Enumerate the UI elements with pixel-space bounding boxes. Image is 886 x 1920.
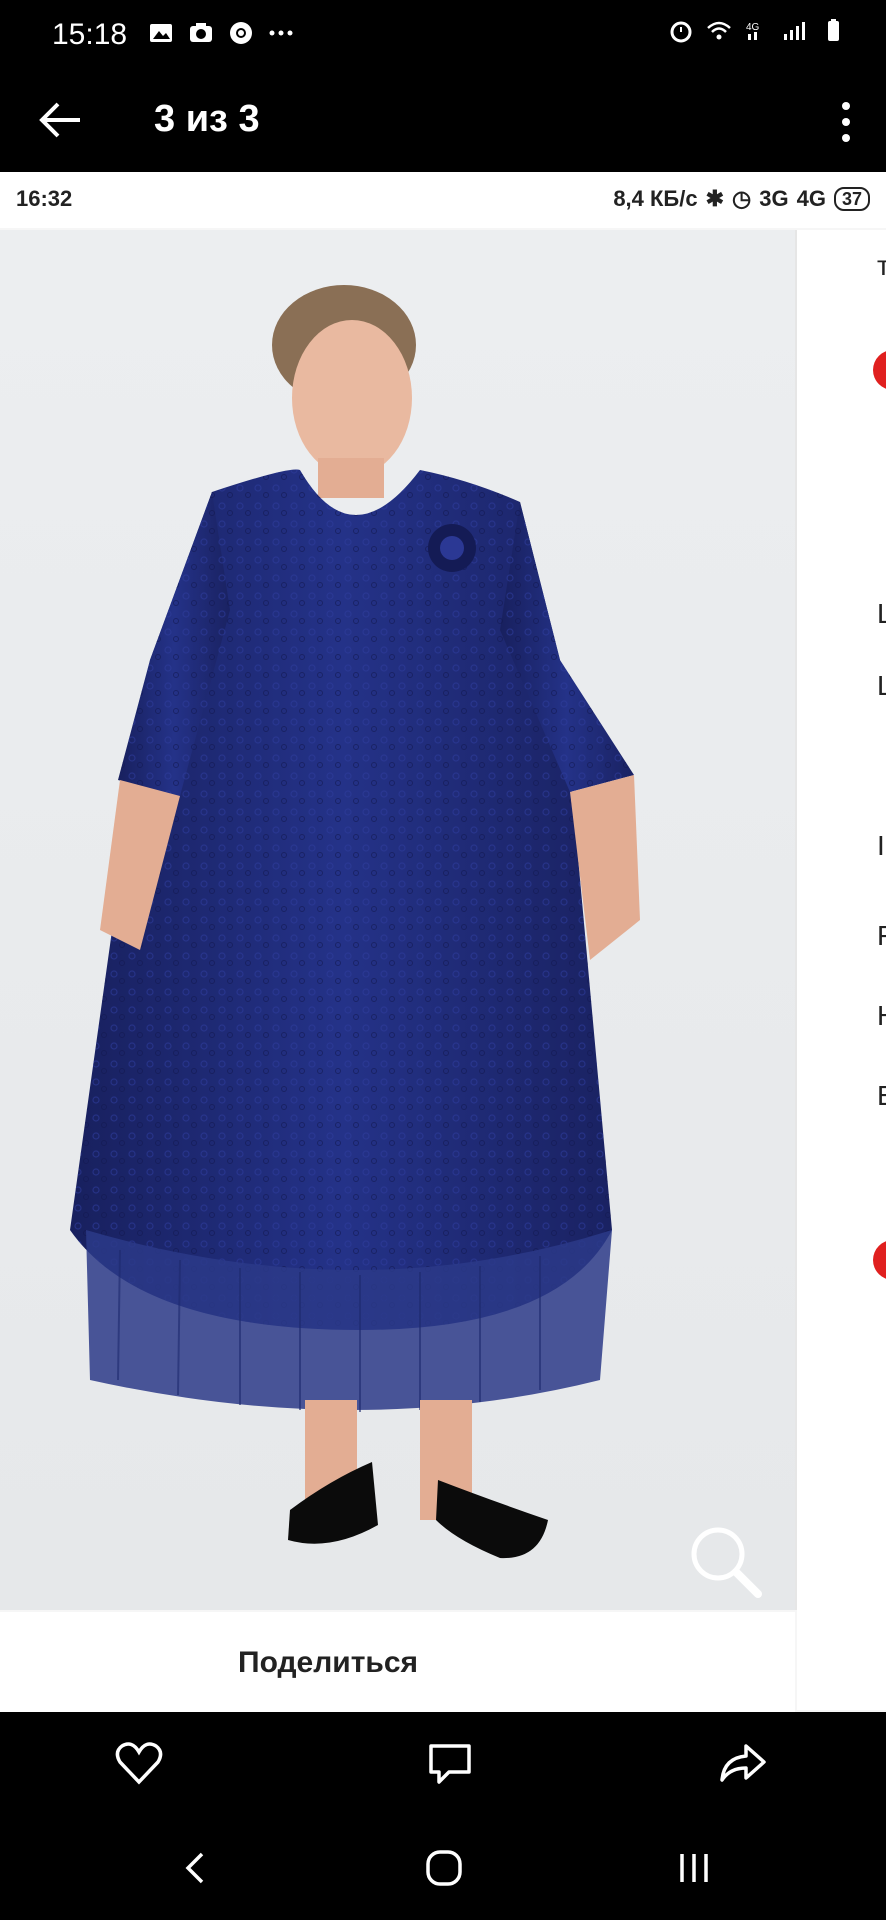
more-icon[interactable] — [834, 100, 858, 144]
chrome-icon — [230, 22, 252, 44]
alarm-icon: ◷ — [732, 186, 752, 211]
status-time: 15:18 — [52, 18, 128, 51]
nav-recents-icon[interactable] — [674, 1848, 714, 1888]
share-label[interactable]: Поделиться — [238, 1646, 418, 1680]
inner-speed: 8,4 КБ/с — [613, 186, 698, 211]
action-bar — [0, 1712, 886, 1812]
page-title: 3 из 3 — [154, 98, 260, 140]
screenshot-image[interactable]: 16:32 8,4 КБ/с ✱ ◷ 3G 4G 37 т L L I F По… — [0, 172, 886, 1712]
signal-4g-icon: 4G — [746, 22, 760, 40]
alarm-icon — [670, 21, 692, 43]
app-bar: 3 из 3 — [0, 70, 886, 170]
share-bar: Поделиться — [0, 1612, 795, 1712]
svg-text:4G: 4G — [746, 22, 760, 33]
zoom-icon[interactable] — [684, 1520, 766, 1602]
inner-status-bar: 16:32 8,4 КБ/с ✱ ◷ 3G 4G 37 — [0, 172, 886, 228]
side-panel: т L L I F H E — [797, 230, 886, 1710]
face — [292, 320, 412, 476]
signal-bars-icon — [784, 22, 805, 40]
navigation-bar — [0, 1812, 886, 1920]
more-dots-icon — [269, 30, 293, 36]
battery-icon — [828, 19, 839, 41]
nav-home-icon[interactable] — [424, 1848, 464, 1888]
product-photo[interactable] — [0, 230, 797, 1610]
dress-illustration — [0, 230, 795, 1610]
status-left-icons — [148, 20, 294, 46]
inner-net-4g: 4G — [796, 186, 826, 211]
status-bar: 15:18 4G — [0, 0, 886, 70]
inner-battery: 37 — [833, 187, 870, 211]
bluetooth-icon: ✱ — [705, 186, 725, 211]
inner-net-3g: 3G — [759, 186, 789, 211]
status-right-icons: 4G — [668, 18, 846, 44]
share-icon[interactable] — [718, 1740, 768, 1786]
inner-time: 16:32 — [16, 186, 73, 211]
wifi-icon — [707, 21, 731, 40]
back-arrow-icon[interactable] — [36, 100, 84, 140]
camera-icon — [190, 23, 212, 42]
gallery-icon — [150, 24, 172, 42]
comment-icon[interactable] — [425, 1740, 475, 1786]
nav-back-icon[interactable] — [176, 1848, 216, 1888]
heart-icon[interactable] — [114, 1740, 164, 1786]
